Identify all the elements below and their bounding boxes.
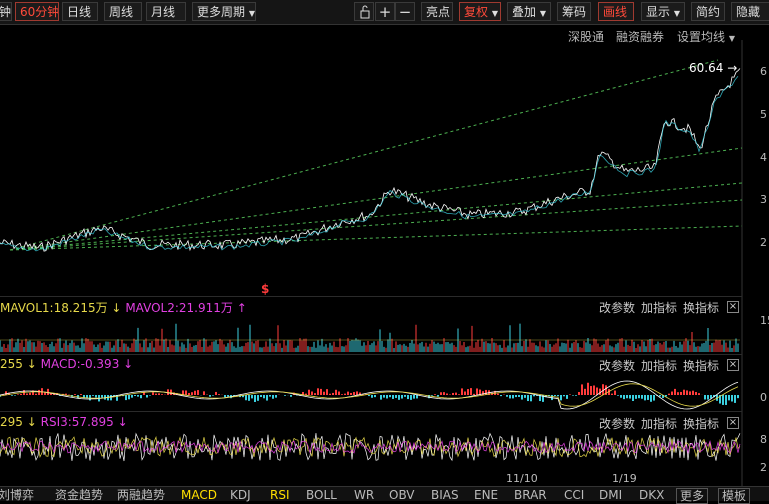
y-axis-tick: 2 bbox=[760, 236, 767, 249]
x-axis-date: 11/10 bbox=[506, 472, 538, 485]
volume-indicator-header: MAVOL1:18.215万 ↓ MAVOL2:21.911万 ↑ bbox=[0, 299, 247, 316]
latest-price-value: 60.64 bbox=[689, 61, 724, 75]
switch-indicator-button[interactable]: 换指标 bbox=[683, 357, 719, 374]
panel-divider bbox=[0, 296, 742, 297]
mavol2-value: MAVOL2:21.911万 bbox=[125, 301, 233, 315]
dea-value: 255 bbox=[0, 357, 23, 371]
gann-fan-line bbox=[9, 225, 743, 251]
arrow-down-icon: ↓ bbox=[26, 357, 37, 371]
panel-divider bbox=[0, 411, 742, 412]
arrow-down-icon: ↓ bbox=[26, 415, 37, 429]
tab-more[interactable]: 更多 bbox=[676, 488, 709, 504]
candle-trace bbox=[0, 76, 739, 252]
x-axis-date: 1/19 bbox=[612, 472, 637, 485]
modify-params-button[interactable]: 改参数 bbox=[599, 299, 635, 316]
rsi3-value: RSI3:57.895 bbox=[40, 415, 114, 429]
rsi-indicator-header: 295 ↓ RSI3:57.895 ↓ bbox=[0, 415, 128, 429]
event-marker[interactable]: $ bbox=[261, 282, 269, 296]
add-indicator-button[interactable]: 加指标 bbox=[641, 357, 677, 374]
y-axis-tick: 3 bbox=[760, 193, 767, 206]
mavol1-value: MAVOL1:18.215万 bbox=[0, 301, 108, 315]
switch-indicator-button[interactable]: 换指标 bbox=[683, 299, 719, 316]
arrow-down-icon: ↓ bbox=[111, 301, 122, 315]
modify-params-button[interactable]: 改参数 bbox=[599, 357, 635, 374]
y-axis-tick: 5 bbox=[760, 108, 767, 121]
switch-indicator-button[interactable]: 换指标 bbox=[683, 415, 719, 432]
tab-template[interactable]: 模板 bbox=[718, 488, 751, 504]
gann-fan-line bbox=[9, 182, 743, 251]
y-axis-tick: 6 bbox=[760, 65, 767, 78]
arrow-up-icon: ↑ bbox=[236, 301, 247, 315]
macd-axis-tick: 0 bbox=[760, 391, 767, 404]
add-indicator-button[interactable]: 加指标 bbox=[641, 415, 677, 432]
arrow-right-icon: → bbox=[727, 61, 738, 75]
price-line bbox=[0, 68, 741, 252]
volume-axis-tick: 15 bbox=[760, 314, 769, 327]
close-icon[interactable]: × bbox=[727, 359, 739, 371]
rsi-partial-value: 295 bbox=[0, 415, 23, 429]
modify-params-button[interactable]: 改参数 bbox=[599, 415, 635, 432]
indicator-tabs: 刘博弈 资金趋势 两融趋势 MACD KDJ RSI BOLL WR OBV B… bbox=[0, 486, 769, 504]
close-icon[interactable]: × bbox=[727, 301, 739, 313]
close-icon[interactable]: × bbox=[727, 417, 739, 429]
y-axis-tick: 4 bbox=[760, 151, 767, 164]
macd-indicator-header: 255 ↓ MACD:-0.393 ↓ bbox=[0, 357, 133, 371]
panel-divider bbox=[0, 354, 742, 355]
arrow-down-icon: ↓ bbox=[117, 415, 128, 429]
add-indicator-button[interactable]: 加指标 bbox=[641, 299, 677, 316]
rsi-axis-tick: 8 bbox=[760, 433, 767, 446]
rsi-axis-tick: 2 bbox=[760, 461, 767, 474]
latest-price-label: 60.64 → bbox=[689, 61, 737, 75]
macd-value: MACD:-0.393 bbox=[40, 357, 120, 371]
gann-fan-line bbox=[9, 147, 743, 251]
arrow-down-icon: ↓ bbox=[123, 357, 134, 371]
kline-chart[interactable] bbox=[0, 0, 769, 486]
